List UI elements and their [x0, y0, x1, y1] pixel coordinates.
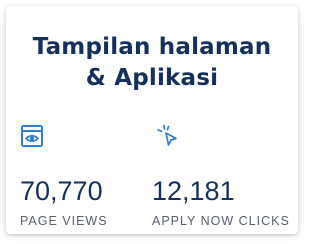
apply-now-clicks-label: APPLY NOW CLICKS [152, 214, 290, 228]
card-title-line-2: & Aplikasi [85, 65, 219, 91]
page-views-label: PAGE VIEWS [20, 214, 108, 228]
stats-card: Tampilan halaman & Aplikasi 70,770 PAGE … [6, 6, 298, 234]
cursor-click-icon [156, 124, 180, 148]
apply-now-clicks-stat: 12,181 APPLY NOW CLICKS [152, 124, 289, 228]
card-title-line-1: Tampilan halaman [32, 34, 272, 60]
apply-now-clicks-value: 12,181 [152, 176, 235, 206]
page-views-stat: 70,770 PAGE VIEWS [20, 124, 107, 228]
browser-eye-icon [20, 124, 44, 148]
page-views-value: 70,770 [20, 176, 103, 206]
card-title: Tampilan halaman & Aplikasi [6, 32, 298, 94]
